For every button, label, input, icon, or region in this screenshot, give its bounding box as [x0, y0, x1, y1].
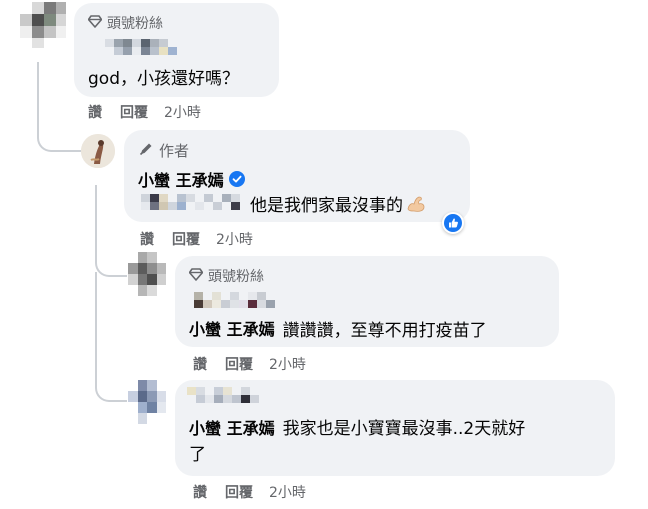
- like-button[interactable]: 讚: [88, 102, 102, 122]
- avatar-mosaic: [128, 380, 166, 424]
- flexed-biceps-icon: [406, 194, 426, 214]
- badge-label: 頭號粉絲: [208, 269, 264, 285]
- timestamp[interactable]: 2小時: [269, 354, 306, 374]
- like-button[interactable]: 讚: [193, 354, 207, 374]
- badge-label: 作者: [159, 142, 190, 160]
- comment-actions-4: 讚 回覆 2小時: [193, 482, 306, 502]
- mention-link[interactable]: 小蠻 王承嫣: [189, 416, 275, 442]
- thread-line-reply-1: [95, 185, 127, 277]
- comment-bubble-4: 小蠻 王承嫣 我家也是小寶寶最沒事..2天就好 了: [175, 380, 615, 476]
- comment-text: god，小孩還好嗎？: [88, 69, 239, 89]
- reply-button[interactable]: 回覆: [172, 229, 200, 249]
- avatar-commenter-1[interactable]: [20, 2, 66, 48]
- thread-line-reply-2: [95, 272, 127, 402]
- avatar-commenter-4[interactable]: [128, 380, 166, 424]
- reply-button[interactable]: 回覆: [225, 482, 253, 502]
- blurred-username[interactable]: [187, 387, 259, 403]
- reply-button[interactable]: 回覆: [120, 102, 148, 122]
- avatar-mosaic: [128, 252, 166, 296]
- timestamp[interactable]: 2小時: [164, 102, 201, 122]
- comment-actions-2: 讚 回覆 2小時: [140, 229, 253, 249]
- comment-actions-1: 讚 回覆 2小時: [88, 102, 201, 122]
- badge-label: 頭號粉絲: [107, 16, 163, 32]
- comment-bubble-1: 頭號粉絲 god，小孩還好嗎？: [74, 3, 279, 97]
- comment-text: 他是我們家最沒事的: [250, 191, 426, 216]
- comment-bubble-2: 作者 小蠻 王承嫣 他是我們家最沒事的: [124, 130, 470, 234]
- like-reaction-icon[interactable]: [442, 212, 464, 234]
- diamond-icon: [188, 267, 204, 285]
- pen-icon: [138, 141, 154, 161]
- avatar-mosaic: [20, 2, 66, 48]
- author-badge: 作者: [138, 140, 189, 161]
- top-fan-badge: 頭號粉絲: [87, 13, 163, 33]
- mention-link[interactable]: 小蠻 王承嫣: [189, 316, 275, 341]
- blurred-username[interactable]: [185, 292, 284, 308]
- comment-text: 小蠻 王承嫣 讚讚讚，至尊不用打疫苗了: [189, 316, 487, 341]
- comment-actions-3: 讚 回覆 2小時: [193, 354, 306, 374]
- author-name[interactable]: 小蠻 王承嫣: [138, 167, 245, 191]
- top-fan-badge: 頭號粉絲: [188, 266, 264, 286]
- timestamp[interactable]: 2小時: [216, 229, 253, 249]
- timestamp[interactable]: 2小時: [269, 482, 306, 502]
- verified-check-icon: [228, 171, 245, 187]
- comment-text: 小蠻 王承嫣 我家也是小寶寶最沒事..2天就好 了: [189, 416, 604, 468]
- like-button[interactable]: 讚: [193, 482, 207, 502]
- comment-bubble-3: 頭號粉絲 小蠻 王承嫣 讚讚讚，至尊不用打疫苗了: [175, 256, 559, 347]
- avatar-commenter-3[interactable]: [128, 252, 166, 296]
- blurred-tag[interactable]: [132, 194, 240, 210]
- avatar-author[interactable]: [81, 134, 115, 168]
- blurred-username[interactable]: [96, 39, 186, 55]
- reply-button[interactable]: 回覆: [225, 354, 253, 374]
- diamond-icon: [87, 14, 103, 32]
- like-button[interactable]: 讚: [140, 229, 154, 249]
- author-photo: [81, 134, 115, 168]
